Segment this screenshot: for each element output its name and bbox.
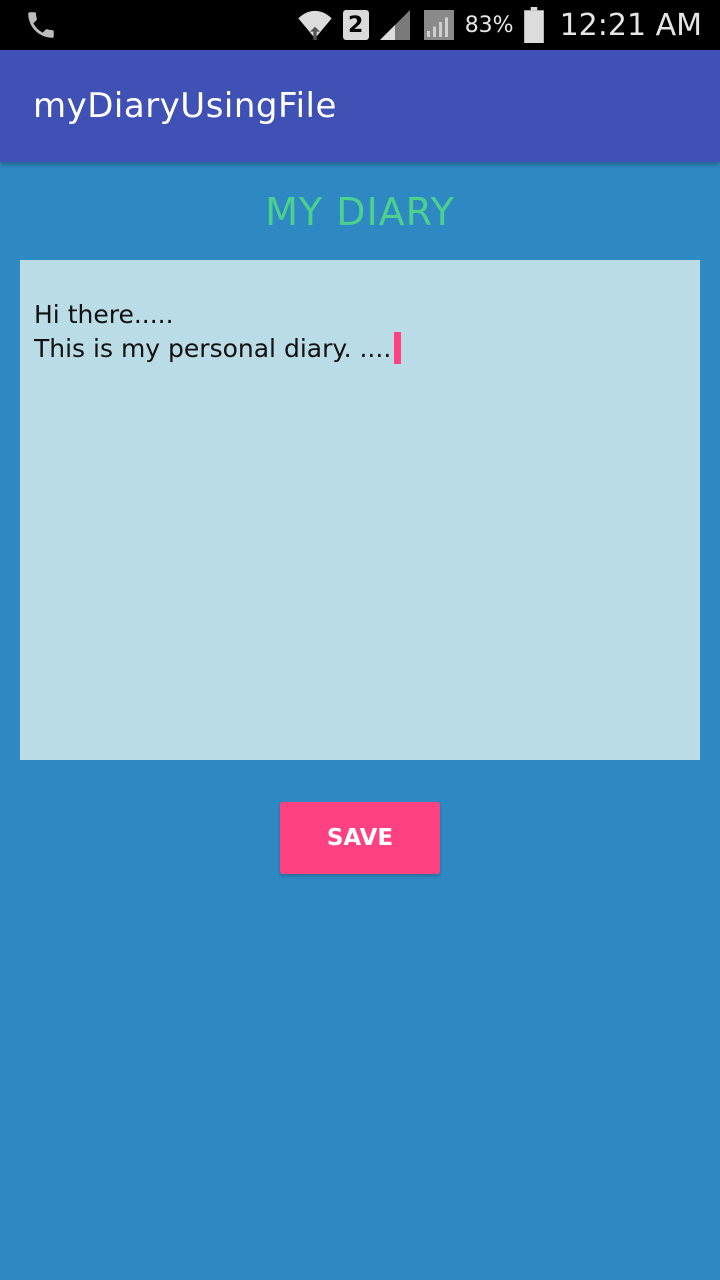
- clock: 12:21 AM: [559, 7, 702, 43]
- sim-slot-badge: 2: [342, 10, 369, 40]
- text-cursor: [394, 332, 402, 364]
- app-title: myDiaryUsingFile: [33, 86, 337, 126]
- page-title: MY DIARY: [265, 190, 455, 234]
- battery-percent: 83%: [464, 12, 514, 38]
- app-bar: myDiaryUsingFile: [0, 50, 720, 162]
- status-icons: 2 83% 12:21 AM: [295, 0, 702, 50]
- diary-text-area[interactable]: Hi there..... This is my personal diary.…: [20, 260, 700, 760]
- phone-icon: [28, 12, 54, 38]
- diary-line: Hi there.....: [34, 300, 174, 329]
- signal-icon: [379, 10, 410, 40]
- save-button[interactable]: SAVE: [280, 802, 440, 874]
- wifi-icon: [298, 10, 332, 40]
- diary-line-text: This is my personal diary. ....: [34, 334, 392, 363]
- diary-line: This is my personal diary. ....: [34, 332, 686, 366]
- signal-icon-2: [423, 10, 454, 40]
- status-bar: 2 83% 12:21 AM: [0, 0, 720, 50]
- battery-icon: [523, 7, 544, 43]
